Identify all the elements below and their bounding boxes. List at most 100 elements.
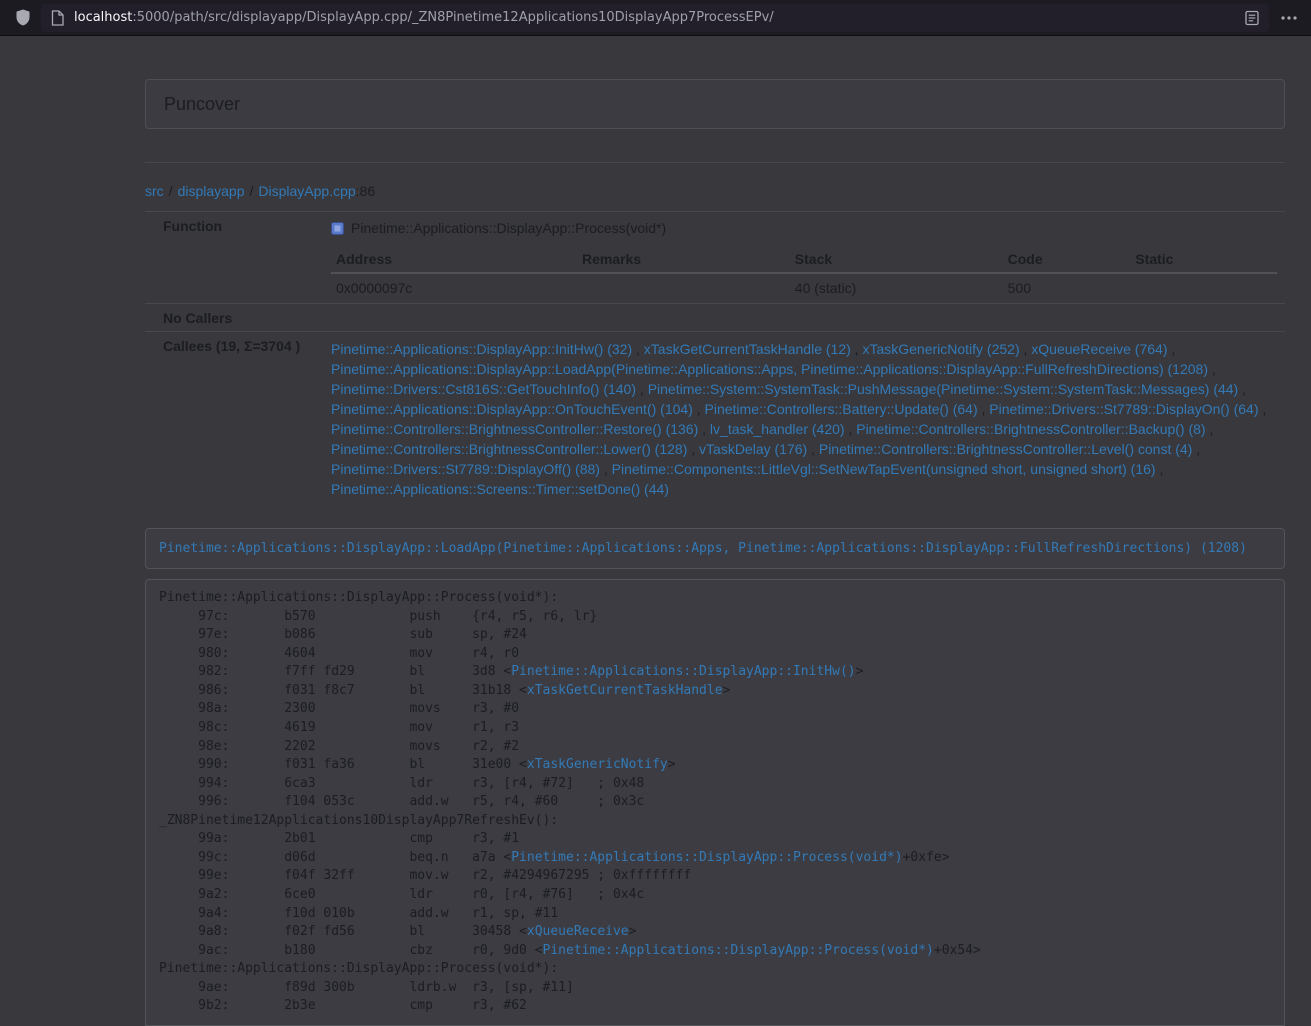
stats-header-row: Address Remarks Stack Code Static	[331, 246, 1277, 273]
callee-separator: ,	[1259, 401, 1267, 417]
remarks-cell	[577, 273, 790, 303]
function-cell: Pinetime::Applications::DisplayApp::Proc…	[323, 212, 1285, 304]
callee-separator: ,	[1192, 441, 1200, 457]
callee-item: xQueueReceive (764) ,	[1031, 341, 1175, 357]
function-kind-icon	[331, 222, 344, 235]
callee-separator: ,	[1208, 361, 1216, 377]
callee-separator: ,	[1206, 421, 1214, 437]
callee-item: Pinetime::Drivers::St7789::DisplayOn() (…	[989, 401, 1266, 417]
asm-symbol-link[interactable]: xQueueReceive	[527, 924, 629, 939]
app-navbar: Puncover	[145, 79, 1285, 129]
callee-link[interactable]: Pinetime::Applications::DisplayApp::OnTo…	[331, 401, 693, 417]
highlighted-symbol-link[interactable]: Pinetime::Applications::DisplayApp::Load…	[159, 541, 1247, 556]
callees-label: Callees (19, Σ=3704 )	[145, 332, 323, 508]
no-callers-label: No Callers	[145, 304, 323, 332]
column-header-address: Address	[331, 246, 577, 273]
app-brand-link[interactable]: Puncover	[146, 80, 258, 128]
tracking-shield-icon[interactable]	[15, 9, 31, 26]
callee-link[interactable]: xTaskGetCurrentTaskHandle (12)	[644, 341, 851, 357]
callee-item: Pinetime::Components::LittleVgl::SetNewT…	[612, 461, 1164, 477]
callee-item: lv_task_handler (420) ,	[710, 421, 852, 437]
callee-separator: ,	[1238, 381, 1246, 397]
breadcrumb: src/displayapp/DisplayApp.cpp:86	[145, 181, 1285, 201]
column-header-code: Code	[1003, 246, 1131, 273]
address-cell: 0x0000097c	[331, 273, 577, 303]
callee-item: Pinetime::Drivers::Cst816S::GetTouchInfo…	[331, 381, 644, 397]
callee-link[interactable]: lv_task_handler (420)	[710, 421, 845, 437]
callee-separator: ,	[632, 341, 640, 357]
callee-link[interactable]: Pinetime::Applications::Screens::Timer::…	[331, 481, 669, 497]
callee-separator: ,	[1167, 341, 1175, 357]
callee-separator: ,	[807, 441, 815, 457]
callee-separator: ,	[845, 421, 853, 437]
callee-link[interactable]: Pinetime::Drivers::St7789::DisplayOff() …	[331, 461, 600, 477]
callee-item: Pinetime::Controllers::BrightnessControl…	[856, 421, 1213, 437]
asm-symbol-link[interactable]: Pinetime::Applications::DisplayApp::Init…	[511, 664, 855, 679]
function-stats-table: Address Remarks Stack Code Static 0x0000…	[331, 246, 1277, 303]
callee-item: Pinetime::Applications::Screens::Timer::…	[331, 481, 669, 497]
browser-toolbar: localhost:5000/path/src/displayapp/Displ…	[0, 0, 1311, 36]
callee-link[interactable]: Pinetime::Controllers::BrightnessControl…	[819, 441, 1192, 457]
callee-link[interactable]: Pinetime::Controllers::BrightnessControl…	[331, 441, 687, 457]
callee-item: Pinetime::Applications::DisplayApp::OnTo…	[331, 401, 701, 417]
callee-separator: ,	[693, 401, 701, 417]
callee-separator: ,	[687, 441, 695, 457]
callee-item: Pinetime::Controllers::BrightnessControl…	[331, 421, 706, 437]
disassembly-block: Pinetime::Applications::DisplayApp::Proc…	[145, 579, 1285, 1026]
stack-cell: 40 (static)	[790, 273, 1003, 303]
callees-list: Pinetime::Applications::DisplayApp::Init…	[323, 332, 1285, 508]
no-callers-cell	[323, 304, 1285, 332]
breadcrumb-link-displayapp[interactable]: displayapp	[178, 183, 245, 199]
callee-link[interactable]: Pinetime::Controllers::Battery::Update()…	[705, 401, 978, 417]
function-row: Function Pinetime::Applications::Display…	[145, 212, 1285, 304]
callee-link[interactable]: vTaskDelay (176)	[699, 441, 807, 457]
callee-link[interactable]: xQueueReceive (764)	[1031, 341, 1167, 357]
asm-symbol-link[interactable]: Pinetime::Applications::DisplayApp::Proc…	[511, 850, 902, 865]
callee-link[interactable]: Pinetime::Controllers::BrightnessControl…	[331, 421, 698, 437]
callee-item: xTaskGenericNotify (252) ,	[862, 341, 1027, 357]
breadcrumb-link-file[interactable]: DisplayApp.cpp	[258, 183, 355, 199]
callee-item: Pinetime::Controllers::BrightnessControl…	[819, 441, 1200, 457]
reader-view-icon[interactable]	[1245, 10, 1259, 26]
callee-link[interactable]: Pinetime::System::SystemTask::PushMessag…	[648, 381, 1239, 397]
callee-separator: ,	[698, 421, 706, 437]
callee-separator: ,	[978, 401, 986, 417]
callees-row: Callees (19, Σ=3704 ) Pinetime::Applicat…	[145, 332, 1285, 508]
callee-item: Pinetime::Controllers::BrightnessControl…	[331, 441, 695, 457]
page-identity-icon[interactable]	[51, 10, 64, 26]
callee-item: xTaskGetCurrentTaskHandle (12) ,	[644, 341, 859, 357]
callee-separator: ,	[1156, 461, 1164, 477]
page-content: Puncover src/displayapp/DisplayApp.cpp:8…	[145, 79, 1285, 1026]
breadcrumb-line-number: :86	[356, 183, 375, 199]
callee-separator: ,	[636, 381, 644, 397]
asm-symbol-link[interactable]: xTaskGenericNotify	[527, 757, 668, 772]
callee-separator: ,	[851, 341, 859, 357]
callee-link[interactable]: xTaskGenericNotify (252)	[862, 341, 1019, 357]
breadcrumb-separator: /	[250, 183, 254, 199]
breadcrumb-separator: /	[169, 183, 173, 199]
asm-symbol-link[interactable]: xTaskGetCurrentTaskHandle	[527, 683, 723, 698]
url-host: localhost	[74, 10, 132, 25]
callee-item: Pinetime::Applications::DisplayApp::Init…	[331, 341, 640, 357]
no-callers-row: No Callers	[145, 304, 1285, 332]
function-row-label: Function	[145, 212, 323, 304]
function-table: Function Pinetime::Applications::Display…	[145, 211, 1285, 507]
column-header-static: Static	[1130, 246, 1277, 273]
url-text: localhost:5000/path/src/displayapp/Displ…	[74, 10, 1237, 25]
callee-item: vTaskDelay (176) ,	[699, 441, 815, 457]
stats-row: 0x0000097c 40 (static) 500	[331, 273, 1277, 303]
callee-link[interactable]: Pinetime::Applications::DisplayApp::Load…	[331, 361, 1208, 377]
url-bar[interactable]: localhost:5000/path/src/displayapp/Displ…	[41, 4, 1269, 32]
overflow-menu-icon[interactable]	[1281, 16, 1297, 20]
callee-link[interactable]: Pinetime::Drivers::Cst816S::GetTouchInfo…	[331, 381, 636, 397]
code-cell: 500	[1003, 273, 1131, 303]
callee-item: Pinetime::Drivers::St7789::DisplayOff() …	[331, 461, 608, 477]
asm-symbol-link[interactable]: Pinetime::Applications::DisplayApp::Proc…	[543, 943, 934, 958]
callee-link[interactable]: Pinetime::Applications::DisplayApp::Init…	[331, 341, 632, 357]
callee-link[interactable]: Pinetime::Controllers::BrightnessControl…	[856, 421, 1205, 437]
breadcrumb-link-src[interactable]: src	[145, 183, 164, 199]
url-path: :5000/path/src/displayapp/DisplayApp.cpp…	[132, 10, 773, 25]
column-header-remarks: Remarks	[577, 246, 790, 273]
callee-link[interactable]: Pinetime::Drivers::St7789::DisplayOn() (…	[989, 401, 1258, 417]
callee-link[interactable]: Pinetime::Components::LittleVgl::SetNewT…	[612, 461, 1156, 477]
